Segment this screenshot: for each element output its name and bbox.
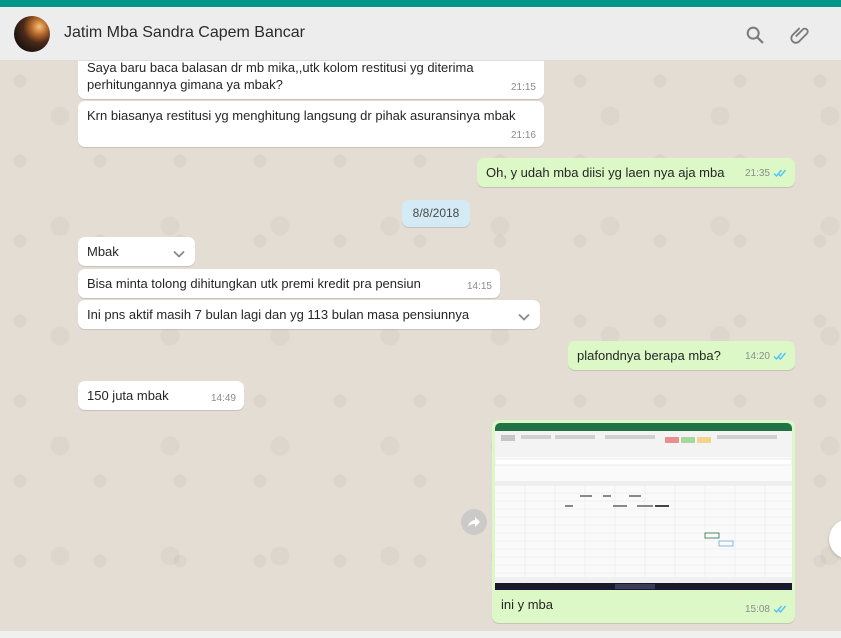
chat-area[interactable]: Saya baru baca balasan dr mb mika,,utk k… xyxy=(0,61,841,638)
chevron-down-icon[interactable] xyxy=(517,310,531,324)
message-text: Ini pns aktif masih 7 bulan lagi dan yg … xyxy=(87,307,470,322)
paperclip-icon[interactable] xyxy=(789,24,811,46)
outgoing-image-message[interactable]: ini y mba 15:08 xyxy=(492,420,795,623)
message-time: 21:16 xyxy=(510,130,536,141)
message-time: 21:35 xyxy=(745,165,787,184)
message-text: Krn biasanya restitusi yg menghitung lan… xyxy=(87,108,516,123)
incoming-message[interactable]: Ini pns aktif masih 7 bulan lagi dan yg … xyxy=(78,300,540,329)
top-accent-strip xyxy=(0,0,841,7)
outgoing-message[interactable]: plafondnya berapa mba? 14:20 xyxy=(568,341,795,370)
message-caption: ini y mba xyxy=(501,597,554,612)
search-icon[interactable] xyxy=(744,24,766,46)
message-time: 14:49 xyxy=(210,393,236,404)
contact-name[interactable]: Jatim Mba Sandra Capem Bancar xyxy=(64,24,305,42)
incoming-message[interactable]: Mbak xyxy=(78,237,195,266)
image-thumbnail[interactable] xyxy=(495,423,792,590)
message-text: Bisa minta tolong dihitungkan utk premi … xyxy=(87,276,421,291)
message-time: 14:15 xyxy=(466,281,492,292)
forward-icon[interactable] xyxy=(461,509,487,535)
message-time: 14:20 xyxy=(745,348,787,367)
chat-header: Jatim Mba Sandra Capem Bancar xyxy=(0,7,841,61)
compose-bar xyxy=(0,631,841,638)
message-text: Saya baru baca balasan dr mb mika,,utk k… xyxy=(87,61,474,92)
read-ticks-icon xyxy=(773,167,787,184)
incoming-message[interactable]: Krn biasanya restitusi yg menghitung lan… xyxy=(78,101,544,147)
read-ticks-icon xyxy=(773,350,787,367)
message-text: Oh, y udah mba diisi yg laen nya aja mba xyxy=(486,165,725,180)
outgoing-message[interactable]: Oh, y udah mba diisi yg laen nya aja mba… xyxy=(477,158,795,187)
message-time-label: 14:20 xyxy=(744,351,770,362)
chevron-down-icon[interactable] xyxy=(172,247,186,261)
message-time: 15:08 xyxy=(745,601,787,620)
incoming-message[interactable]: Bisa minta tolong dihitungkan utk premi … xyxy=(78,269,500,298)
incoming-message[interactable]: 150 juta mbak 14:49 xyxy=(78,381,244,410)
message-time: 21:15 xyxy=(510,82,536,93)
message-time-label: 21:35 xyxy=(744,168,770,179)
message-time-label: 15:08 xyxy=(744,604,770,615)
date-divider: 8/8/2018 xyxy=(402,200,470,227)
avatar[interactable] xyxy=(14,16,50,52)
read-ticks-icon xyxy=(773,603,787,620)
incoming-message[interactable]: Saya baru baca balasan dr mb mika,,utk k… xyxy=(78,61,544,99)
